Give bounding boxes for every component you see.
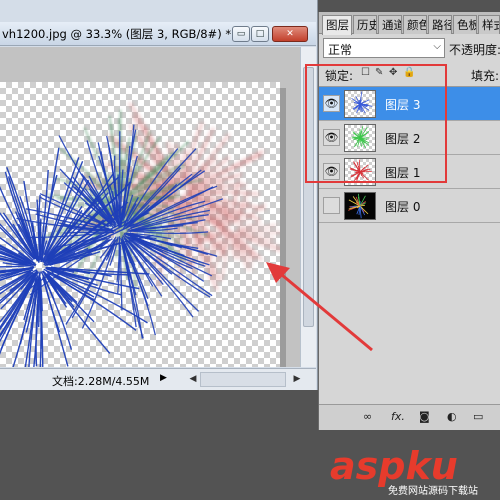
opacity-label: 不透明度:	[449, 43, 500, 57]
firework-streak	[125, 242, 154, 287]
canvas-shadow	[280, 88, 286, 367]
eye-toggle-empty[interactable]	[323, 197, 340, 214]
tab-color[interactable]: 颜色	[403, 15, 427, 34]
link-icon[interactable]: ∞	[363, 410, 372, 423]
status-bar: 文档:2.28M/4.55M ▶ ◀ ▶	[0, 368, 316, 390]
minimize-button[interactable]: ▭	[232, 26, 250, 42]
adjustment-icon[interactable]: ◐	[447, 410, 457, 423]
annotation-highlight-box	[305, 64, 447, 183]
chevron-down-icon: ⌵	[433, 41, 441, 52]
close-button[interactable]: ✕	[272, 26, 308, 42]
document-title: vh1200.jpg @ 33.3% (图层 3, RGB/8#) *	[2, 27, 232, 41]
fireworks-image	[0, 102, 280, 367]
mask-icon[interactable]: ◙	[419, 410, 430, 423]
tab-channels[interactable]: 通道	[378, 15, 402, 34]
restore-button[interactable]: □	[251, 26, 269, 42]
tab-styles[interactable]: 样式	[478, 15, 500, 34]
status-menu-arrow-icon[interactable]: ▶	[160, 373, 167, 383]
layer-thumbnail[interactable]	[344, 192, 376, 220]
tab-history[interactable]: 历史	[353, 15, 377, 34]
document-size-status: 文档:2.28M/4.55M	[52, 375, 150, 388]
document-titlebar[interactable]: vh1200.jpg @ 33.3% (图层 3, RGB/8#) * ▭ □ …	[0, 22, 316, 46]
blend-mode-value: 正常	[328, 43, 353, 57]
watermark-logo: aspku	[330, 444, 458, 488]
layer-name[interactable]: 图层 0	[385, 198, 420, 215]
blend-mode-select[interactable]: 正常 ⌵	[323, 38, 445, 58]
folder-icon[interactable]: ▭	[473, 410, 483, 423]
image-canvas[interactable]	[0, 82, 280, 367]
scroll-right-icon[interactable]: ▶	[290, 372, 304, 387]
canvas-area[interactable]	[0, 47, 300, 367]
document-window: vh1200.jpg @ 33.3% (图层 3, RGB/8#) * ▭ □ …	[0, 0, 318, 390]
scroll-left-icon[interactable]: ◀	[186, 372, 200, 387]
tab-layers[interactable]: 图层	[322, 15, 352, 35]
firework-streak	[119, 244, 123, 311]
watermark-subtitle: 免费网站源码下载站	[388, 486, 478, 497]
tab-paths[interactable]: 路径	[428, 15, 452, 34]
layer-row-0[interactable]: 图层 0	[319, 189, 500, 223]
horizontal-scrollbar[interactable]	[200, 372, 286, 387]
fill-label: 填充:	[471, 69, 500, 83]
fx-icon[interactable]: fx.	[391, 410, 405, 423]
panel-tabs: 图层 历史 通道 颜色 路径 色板 样式	[319, 12, 500, 35]
tab-swatches[interactable]: 色板	[453, 15, 477, 34]
firework-streak	[234, 230, 280, 234]
panel-footer: ∞ fx. ◙ ◐ ▭	[319, 404, 500, 430]
